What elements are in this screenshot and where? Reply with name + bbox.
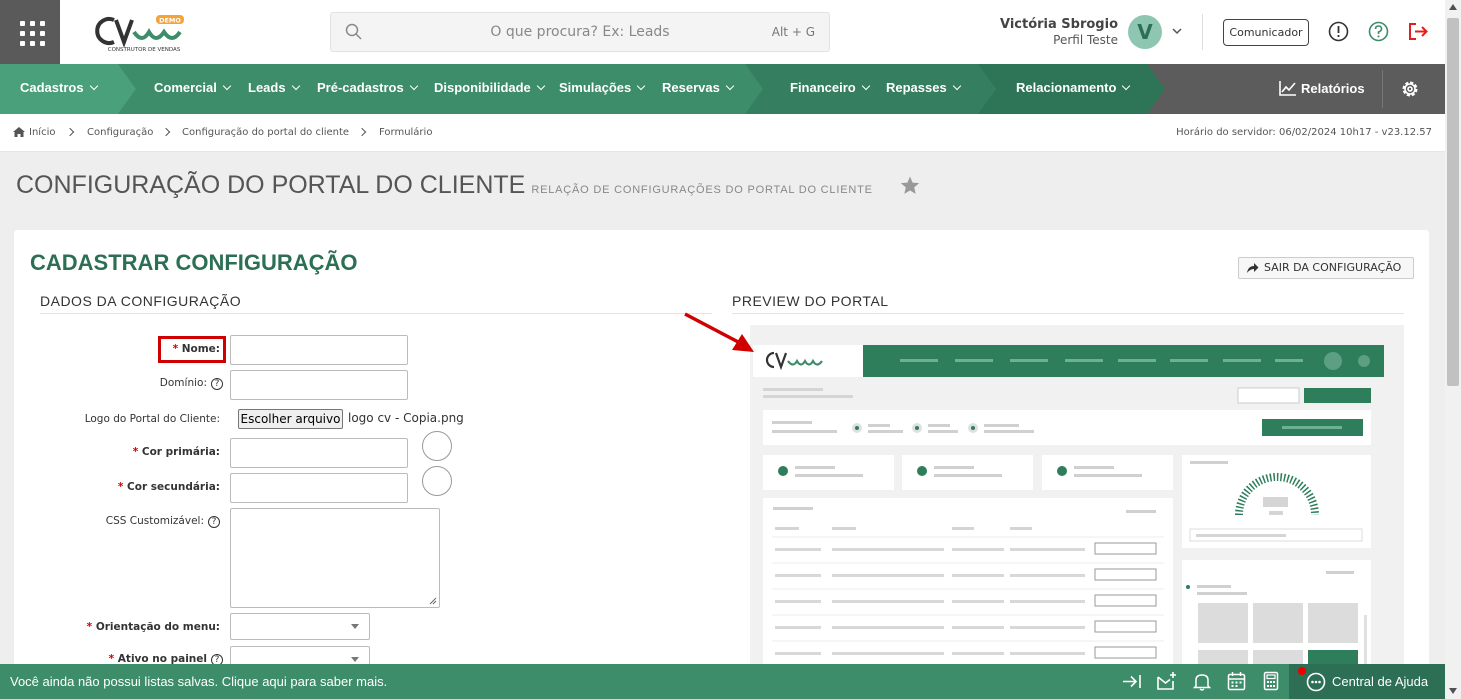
exit-configuration-button[interactable]: SAIR DA CONFIGURAÇÃO (1238, 257, 1414, 279)
search-input[interactable]: O que procura? Ex: Leads Alt + G (330, 12, 830, 52)
required-mark: * (86, 621, 93, 633)
nome-label: * Nome: (173, 343, 220, 355)
server-time: Horário do servidor: 06/02/2024 10h17 - … (1176, 127, 1432, 138)
css-label: CSS Customizável:? (106, 515, 220, 528)
breadcrumb-portal[interactable]: Configuração do portal do cliente (182, 127, 349, 138)
page-subtitle: RELAÇÃO DE CONFIGURAÇÕES DO PORTAL DO CL… (531, 184, 873, 196)
cor-secundaria-label-text: Cor secundária: (127, 481, 220, 493)
dominio-label-text: Domínio: (159, 377, 207, 389)
orientacao-select[interactable] (230, 613, 370, 640)
chevron-right-icon (65, 127, 75, 137)
page-title: CONFIGURAÇÃO DO PORTAL DO CLIENTE RELAÇÃO… (16, 171, 873, 200)
choose-file-button[interactable]: Escolher arquivo (238, 409, 343, 429)
nav-reservas[interactable]: Reservas (662, 80, 733, 95)
card-title: CADASTRAR CONFIGURAÇÃO (30, 250, 358, 275)
calendar-icon[interactable] (1227, 671, 1246, 691)
file-name: logo cv - Copia.png (348, 411, 464, 425)
calculator-icon[interactable] (1263, 671, 1279, 691)
info-icon[interactable] (1328, 21, 1349, 42)
cor-primaria-label-text: Cor primária: (141, 446, 220, 458)
user-profile[interactable]: Perfil Teste (1053, 33, 1118, 47)
breadcrumb-inicio[interactable]: Início (29, 127, 55, 138)
star-icon[interactable] (900, 176, 920, 195)
section-preview: PREVIEW DO PORTAL (732, 293, 889, 309)
scroll-up-icon[interactable] (1449, 4, 1457, 10)
user-name[interactable]: Victória Sbrogio (1000, 17, 1118, 32)
dominio-label: Domínio:? (160, 377, 223, 390)
required-mark: * (132, 446, 139, 458)
saved-lists-message[interactable]: Você ainda não possui listas salvas. Cli… (10, 674, 387, 689)
logo-badge: DEMO (159, 17, 181, 25)
collapse-right-icon[interactable] (1122, 673, 1142, 690)
notification-dot (1298, 667, 1306, 675)
red-arrow-icon (684, 312, 754, 352)
divider (1382, 70, 1383, 108)
portal-preview-image (750, 325, 1404, 670)
scrollbar-thumb[interactable] (1447, 18, 1459, 386)
relatorios-label: Relatórios (1301, 81, 1365, 96)
apps-grid-icon[interactable] (0, 0, 60, 64)
share-arrow-icon (1247, 263, 1259, 273)
cor-primaria-input[interactable] (230, 438, 408, 468)
nav-comercial[interactable]: Comercial (154, 80, 230, 95)
search-placeholder: O que procura? Ex: Leads (490, 24, 670, 40)
nome-label-text: Nome: (181, 343, 220, 355)
nav-cadastros[interactable]: Cadastros (20, 80, 97, 95)
bell-icon[interactable] (1193, 672, 1211, 691)
nav-relacionamento[interactable]: Relacionamento (1016, 80, 1129, 95)
logo-label: Logo do Portal do Cliente: (84, 413, 220, 425)
help-center-button[interactable]: Central de Ajuda (1289, 664, 1445, 699)
home-icon (13, 127, 25, 137)
logo-subtitle: CONSTRUTOR DE VENDAS (108, 47, 181, 53)
chart-line-icon (1279, 81, 1296, 96)
mail-add-icon[interactable] (1156, 671, 1178, 691)
cor-secundaria-label: * Cor secundária: (118, 481, 220, 493)
avatar[interactable]: V (1128, 15, 1162, 49)
dominio-input[interactable] (230, 370, 408, 400)
page-title-text: CONFIGURAÇÃO DO PORTAL DO CLIENTE (16, 171, 526, 199)
orientacao-label: * Orientação do menu: (87, 621, 220, 633)
help-icon[interactable] (1368, 21, 1389, 42)
scroll-down-icon[interactable] (1449, 688, 1457, 694)
nome-input[interactable] (230, 335, 408, 365)
exit-label: SAIR DA CONFIGURAÇÃO (1264, 261, 1402, 274)
help-icon[interactable]: ? (211, 378, 223, 390)
help-center-label: Central de Ajuda (1332, 674, 1429, 689)
cor-primaria-label: * Cor primária: (133, 446, 220, 458)
required-mark: * (172, 343, 179, 355)
divider (1202, 14, 1203, 50)
gear-icon[interactable] (1400, 79, 1420, 99)
orientacao-label-text: Orientação do menu: (95, 621, 220, 633)
nav-leads[interactable]: Leads (248, 80, 299, 95)
section-dados: DADOS DA CONFIGURAÇÃO (40, 293, 242, 309)
logout-icon[interactable] (1407, 21, 1429, 42)
resize-handle-icon[interactable] (429, 597, 437, 605)
css-textarea[interactable] (230, 508, 440, 608)
nav-repasses[interactable]: Repasses (886, 80, 960, 95)
nav-financeiro[interactable]: Financeiro (790, 80, 869, 95)
required-mark: * (117, 481, 124, 493)
cor-secundaria-swatch[interactable] (422, 466, 452, 496)
search-shortcut: Alt + G (771, 25, 815, 39)
css-label-text: CSS Customizável: (105, 515, 204, 527)
cor-secundaria-input[interactable] (230, 473, 408, 503)
cor-primaria-swatch[interactable] (422, 431, 452, 461)
breadcrumb-formulario: Formulário (379, 127, 433, 138)
nav-pre-cadastros[interactable]: Pré-cadastros (317, 80, 417, 95)
logo[interactable]: DEMO CONSTRUTOR DE VENDAS (94, 12, 189, 54)
nav-simulacoes[interactable]: Simulações (559, 80, 644, 95)
divider (40, 313, 712, 314)
nav-relatorios[interactable]: Relatórios (1279, 80, 1365, 96)
chat-icon (1306, 672, 1326, 692)
divider (732, 313, 1404, 314)
chevron-right-icon (357, 127, 367, 137)
help-icon[interactable]: ? (208, 516, 220, 528)
breadcrumb-configuracao[interactable]: Configuração (87, 127, 153, 138)
chevron-down-icon[interactable] (1171, 26, 1183, 36)
communicator-button[interactable]: Comunicador (1223, 19, 1309, 46)
nav-disponibilidade[interactable]: Disponibilidade (434, 80, 544, 95)
chevron-right-icon (161, 127, 171, 137)
